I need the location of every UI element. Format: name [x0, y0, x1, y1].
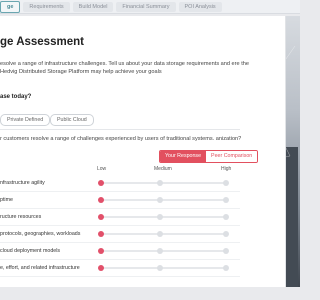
- top-navigation: ge Requirements Build Model Financial Su…: [0, 0, 300, 14]
- scale-header-low: Low: [97, 166, 107, 172]
- rating-high-radio[interactable]: [223, 265, 229, 271]
- rating-medium-radio[interactable]: [157, 248, 163, 254]
- challenge-label: ptime: [0, 197, 13, 203]
- rating-high-radio[interactable]: [223, 180, 229, 186]
- rating-track: [100, 182, 226, 184]
- challenge-label: protocols, geographies, workloads: [0, 231, 81, 237]
- rating-track: [100, 250, 226, 252]
- rating-high-radio[interactable]: [223, 248, 229, 254]
- question-label: ase today?: [0, 94, 32, 100]
- challenge-label: ructure resources: [0, 214, 42, 220]
- your-response-button[interactable]: Your Response: [160, 151, 207, 162]
- intro-text: esolve a range of infrastructure challen…: [0, 61, 249, 75]
- challenges-question: r customers resolve a range of challenge…: [0, 136, 242, 142]
- response-toggle: Your Response Peer Comparison: [159, 150, 259, 163]
- rating-low-radio[interactable]: [98, 180, 104, 186]
- scale-header-high: High: [221, 166, 232, 172]
- rating-medium-radio[interactable]: [157, 197, 163, 203]
- tab-requirements[interactable]: Requirements: [23, 1, 70, 12]
- challenge-label: nfrastructure agility: [0, 180, 45, 186]
- challenge-row: ptime: [0, 192, 240, 209]
- peer-comparison-button[interactable]: Peer Comparison: [206, 151, 258, 162]
- challenge-row: protocols, geographies, workloads: [0, 226, 240, 243]
- rating-low-radio[interactable]: [98, 231, 104, 237]
- rating-medium-radio[interactable]: [157, 214, 163, 220]
- rating-medium-radio[interactable]: [157, 231, 163, 237]
- option-chip-private-defined[interactable]: Private Defined: [0, 114, 51, 126]
- assessment-panel: ge Assessment esolve a range of infrastr…: [0, 16, 286, 287]
- rating-high-radio[interactable]: [223, 197, 229, 203]
- scale-header-medium: Medium: [154, 166, 172, 172]
- challenge-row: cloud deployment models: [0, 243, 240, 260]
- rating-track: [100, 267, 226, 269]
- rating-track: [100, 199, 226, 201]
- tab-financial-summary[interactable]: Financial Summary: [116, 1, 176, 12]
- challenge-row: e, effort, and related infrastructure: [0, 260, 240, 277]
- row-divider: [0, 276, 240, 277]
- divider: [0, 129, 240, 130]
- rating-low-radio[interactable]: [98, 214, 104, 220]
- challenge-row: nfrastructure agility: [0, 175, 240, 192]
- rating-low-radio[interactable]: [98, 265, 104, 271]
- rating-medium-radio[interactable]: [157, 265, 163, 271]
- tab-build-model[interactable]: Build Model: [72, 1, 114, 12]
- rating-low-radio[interactable]: [98, 197, 104, 203]
- challenge-label: e, effort, and related infrastructure: [0, 265, 80, 271]
- rating-low-radio[interactable]: [98, 248, 104, 254]
- page-title: ge Assessment: [0, 36, 84, 48]
- tab-storage-assessment[interactable]: ge: [0, 0, 21, 13]
- rating-medium-radio[interactable]: [157, 180, 163, 186]
- rating-track: [100, 216, 226, 218]
- tab-poi-analysis[interactable]: POI Analysis: [178, 1, 222, 12]
- challenge-label: cloud deployment models: [0, 248, 61, 254]
- bottom-bar: [0, 287, 300, 300]
- option-chip-public-cloud[interactable]: Public Cloud: [50, 114, 94, 126]
- rating-track: [100, 233, 226, 235]
- challenge-row: ructure resources: [0, 209, 240, 226]
- rating-high-radio[interactable]: [223, 231, 229, 237]
- rating-high-radio[interactable]: [223, 214, 229, 220]
